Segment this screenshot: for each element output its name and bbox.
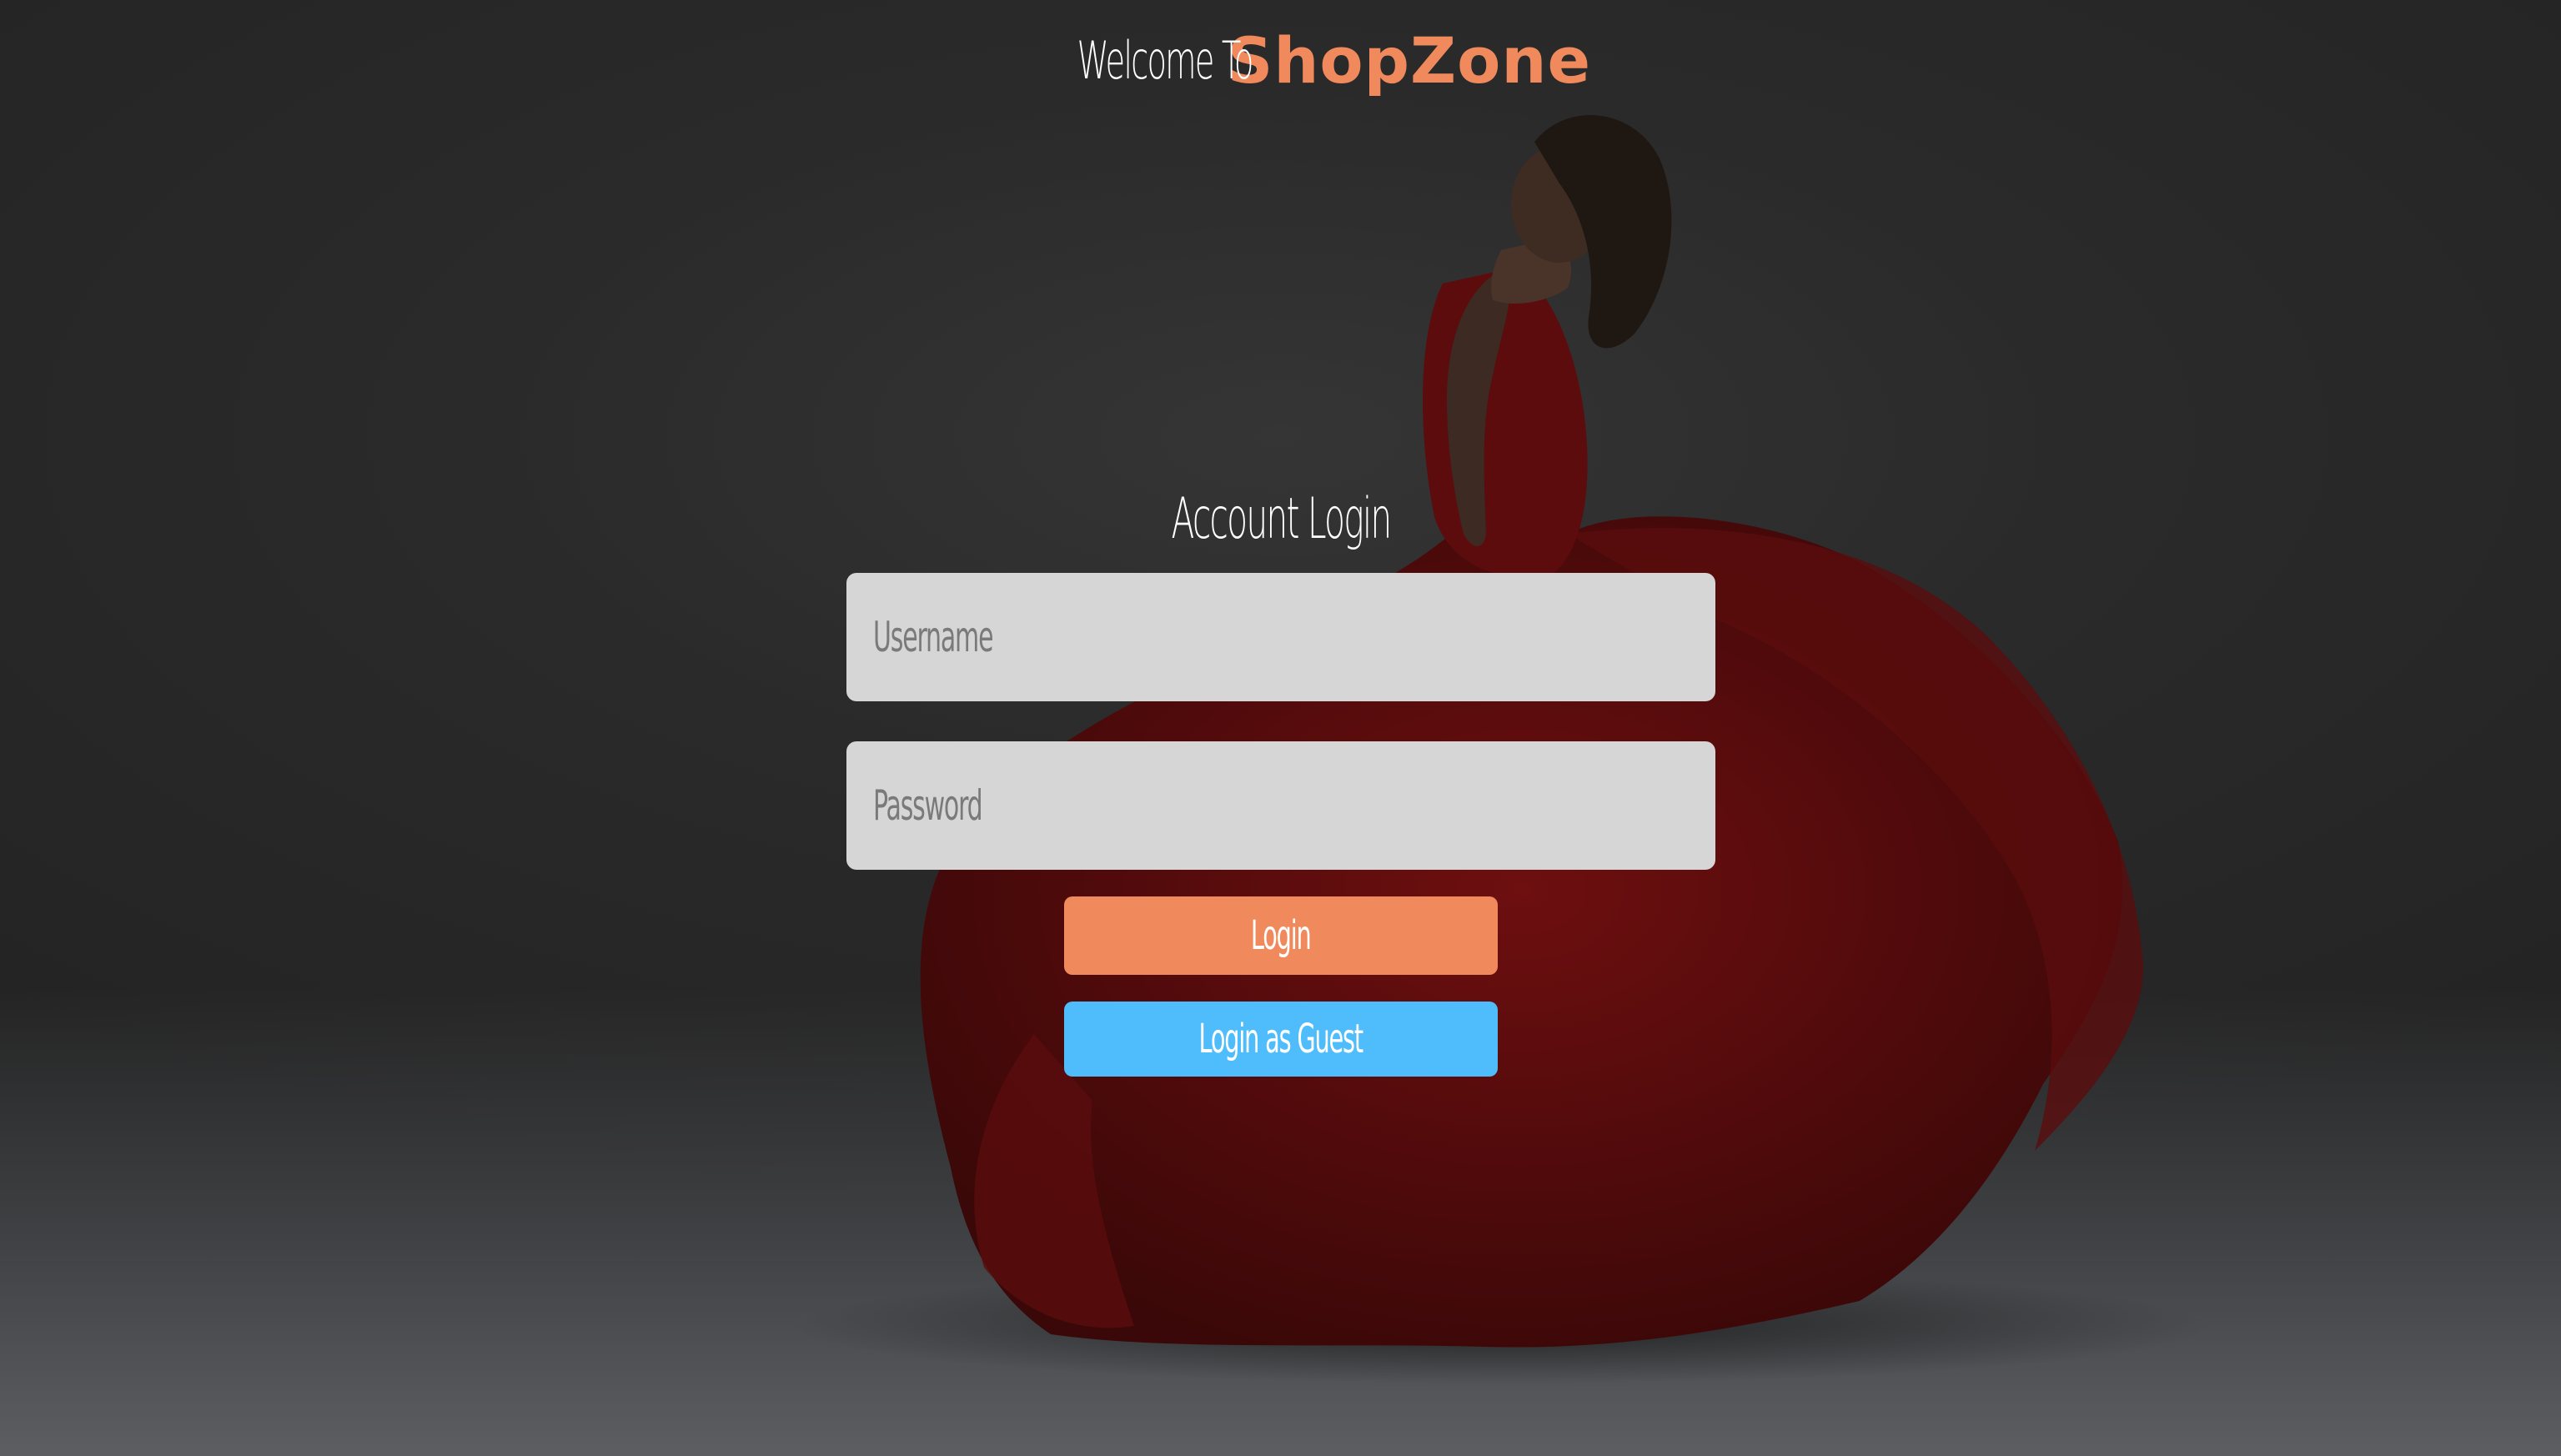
- brand-logo[interactable]: ShopZone: [1228, 23, 1591, 98]
- login-form: Account Login Username Password Login Lo…: [846, 479, 1715, 1077]
- login-as-guest-button[interactable]: Login as Guest: [1064, 1002, 1498, 1077]
- login-button-label: Login: [1251, 912, 1312, 959]
- login-button[interactable]: Login: [1064, 896, 1498, 975]
- password-field-wrapper: Password: [846, 741, 1715, 870]
- login-title: Account Login: [1171, 486, 1393, 552]
- page-header: Welcome To ShopZone: [0, 23, 2561, 98]
- password-input[interactable]: [846, 741, 1715, 870]
- username-input[interactable]: [846, 573, 1715, 701]
- login-page: Welcome To ShopZone Account Login Userna…: [0, 0, 2561, 1456]
- login-as-guest-button-label: Login as Guest: [1198, 1016, 1364, 1062]
- username-field-wrapper: Username: [846, 573, 1715, 701]
- welcome-text: Welcome To: [1077, 30, 1254, 91]
